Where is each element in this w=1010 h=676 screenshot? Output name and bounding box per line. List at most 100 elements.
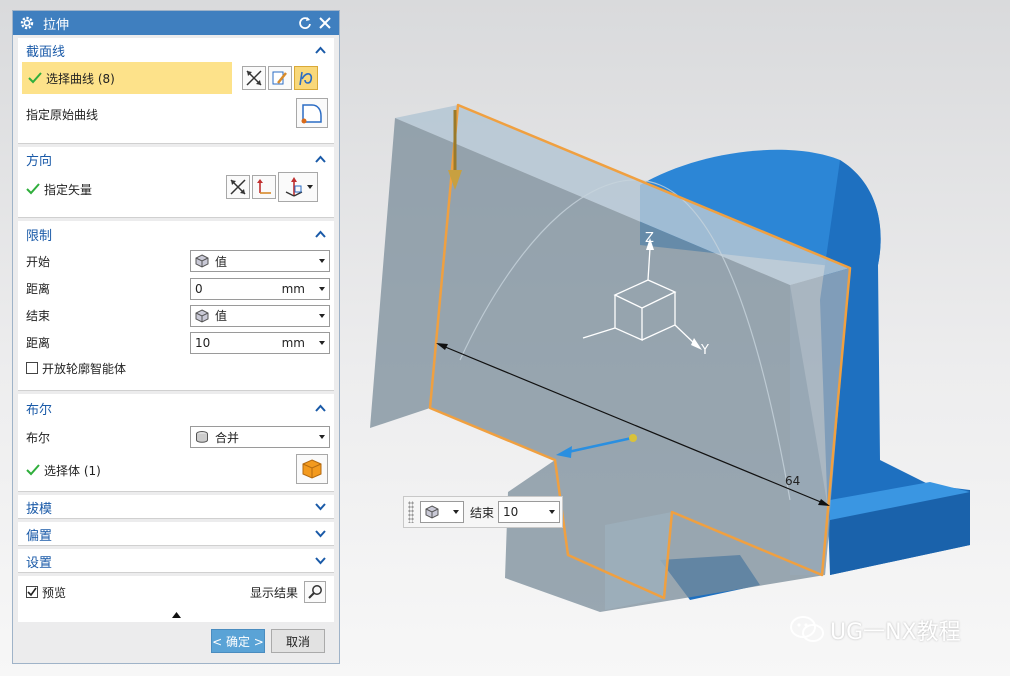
dialog-title: 拉伸	[43, 17, 70, 33]
select-body-label: 选择体 (1)	[44, 463, 101, 478]
settings-header[interactable]: 设置	[18, 549, 334, 573]
wechat-logo-icon	[790, 616, 824, 642]
direction-panel: 方向 指定矢量	[18, 147, 334, 218]
section-header[interactable]: 截面线	[18, 38, 334, 62]
boolean-select[interactable]: 合并	[190, 426, 330, 448]
watermark-text: UG一NX教程	[830, 620, 961, 645]
drag-grip-icon[interactable]	[408, 501, 414, 523]
sketch-section-button[interactable]	[268, 66, 292, 90]
ok-button[interactable]: < 确定 >	[211, 629, 265, 653]
specify-vector-label: 指定矢量	[44, 182, 93, 197]
open-profile-label: 开放轮廓智能体	[42, 361, 127, 376]
open-profile-row[interactable]: 开放轮廓智能体	[18, 356, 334, 380]
triangle-up-icon	[171, 612, 181, 618]
select-curve-highlight[interactable]: 选择曲线 (8)	[22, 62, 232, 94]
chevron-down-icon	[307, 185, 313, 189]
start-row: 开始 值	[18, 247, 334, 275]
offset-panel: 偏置	[18, 522, 334, 546]
start-type-value: 值	[215, 254, 228, 269]
offset-header[interactable]: 偏置	[18, 522, 334, 546]
boolean-header[interactable]: 布尔	[18, 394, 334, 422]
chevron-down-icon[interactable]	[315, 503, 326, 511]
distance1-value: 0	[195, 281, 203, 296]
show-result-label: 显示结果	[249, 585, 298, 600]
float-type-select[interactable]	[420, 501, 464, 523]
value-cube-icon	[425, 505, 439, 519]
end-type-value: 值	[215, 309, 228, 323]
end-type-select[interactable]: 值	[190, 304, 330, 327]
chevron-up-icon[interactable]	[315, 46, 326, 54]
select-body-row: 选择体 (1)	[18, 452, 334, 488]
start-type-select[interactable]: 值	[190, 250, 330, 272]
open-profile-checkbox[interactable]	[26, 362, 38, 374]
solid-body-icon	[302, 459, 322, 479]
chevron-down-icon	[319, 340, 325, 345]
distance2-input[interactable]: 10 mm	[190, 331, 330, 354]
distance2-unit: mm	[281, 335, 305, 350]
start-label: 开始	[26, 254, 51, 269]
select-curve-row[interactable]: 选择曲线 (8)	[18, 62, 334, 94]
corner-curve-icon	[301, 104, 322, 124]
chevron-up-icon[interactable]	[315, 230, 326, 238]
cancel-button[interactable]: 取消	[271, 629, 325, 653]
check-icon	[28, 72, 42, 84]
specify-original-label: 指定原始曲线	[26, 107, 99, 122]
chevron-down-icon[interactable]	[315, 530, 326, 538]
distance1-label: 距离	[26, 282, 51, 296]
settings-title: 设置	[26, 555, 53, 571]
value-cube-icon	[195, 308, 209, 323]
direction-header[interactable]: 方向	[18, 147, 334, 171]
distance1-input[interactable]: 0 mm	[190, 277, 330, 300]
select-body-button[interactable]	[296, 454, 328, 484]
axis-y-label: Y	[700, 343, 709, 358]
magnifier-icon	[308, 585, 322, 599]
inferred-vector-select[interactable]	[278, 172, 318, 202]
distance2-label: 距离	[26, 336, 51, 350]
limits-title: 限制	[26, 228, 53, 244]
distance2-row: 距离 10 mm	[18, 329, 334, 356]
dimension-value[interactable]: 64	[785, 474, 800, 488]
section-title: 截面线	[26, 44, 66, 60]
unite-icon	[196, 431, 208, 443]
float-label: 结束	[470, 505, 495, 520]
check-icon	[26, 183, 40, 195]
limits-header[interactable]: 限制	[18, 221, 334, 247]
preview-row: 预览 显示结果	[18, 576, 334, 608]
gear-icon	[20, 16, 34, 30]
draft-header[interactable]: 拔模	[18, 495, 334, 519]
check-icon	[26, 464, 40, 476]
boolean-panel: 布尔 布尔 合并 选择体 (1)	[18, 394, 334, 492]
direction-title: 方向	[26, 153, 53, 169]
value-cube-icon	[195, 254, 209, 268]
show-result-button[interactable]	[304, 581, 326, 603]
chevron-down-icon	[549, 510, 556, 514]
checkmark-icon	[27, 587, 37, 597]
axis-z-label: Z	[645, 231, 654, 246]
chevron-down-icon[interactable]	[315, 557, 326, 565]
close-icon[interactable]	[317, 15, 333, 31]
reverse-direction-button[interactable]	[226, 175, 250, 199]
distance1-row: 距离 0 mm	[18, 275, 334, 302]
chevron-down-icon	[319, 435, 325, 439]
sketch-pencil-icon	[272, 71, 287, 85]
curve-icon	[299, 71, 313, 86]
chevron-up-icon[interactable]	[315, 404, 326, 412]
curve-button[interactable]	[294, 66, 318, 90]
cross-arrows-icon	[246, 70, 262, 86]
chevron-up-icon[interactable]	[315, 155, 326, 163]
float-value: 10	[503, 505, 519, 519]
curve-rule-button[interactable]	[242, 66, 266, 90]
section-panel: 截面线 选择曲线 (8) 指定原始曲线	[18, 38, 334, 144]
distance2-value: 10	[195, 335, 211, 350]
watermark: UG一NX教程	[790, 614, 961, 646]
reset-icon[interactable]	[297, 15, 313, 31]
original-curve-button[interactable]	[296, 98, 328, 128]
vector-dialog-button[interactable]	[252, 175, 276, 199]
more-toggle[interactable]	[18, 608, 334, 622]
vector-axes-icon	[257, 179, 271, 194]
preview-checkbox[interactable]	[26, 586, 38, 598]
preview-label: 预览	[42, 585, 67, 600]
end-row: 结束 值	[18, 302, 334, 329]
boolean-title: 布尔	[26, 402, 53, 418]
float-value-input[interactable]: 10	[498, 501, 561, 523]
